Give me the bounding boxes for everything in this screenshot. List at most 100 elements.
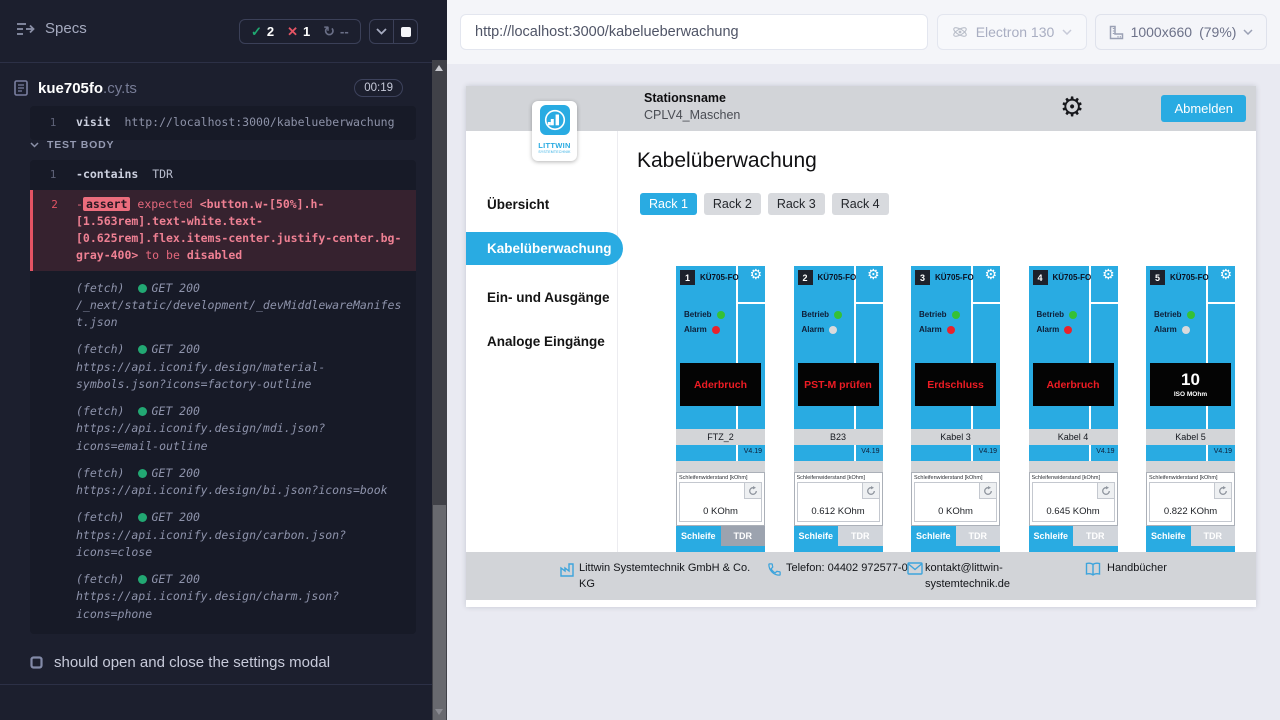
fetch-log-entry[interactable]: (fetch)GET 200 https://api.iconify.desig…: [30, 398, 416, 460]
sidebar-item-ein-und-ausgaenge[interactable]: Ein- und Ausgänge: [487, 283, 610, 313]
test-body-section-header[interactable]: TEST BODY: [30, 139, 114, 151]
stat-passed: ✓2: [251, 24, 274, 40]
tab-rack-1[interactable]: Rack 1: [640, 193, 697, 215]
card-divider: [973, 302, 1000, 304]
failed-assert-row[interactable]: 2 -assert expected <button.w-[50%].h-[1.…: [30, 190, 416, 271]
viewport-size-selector[interactable]: 1000x660 (79%): [1095, 14, 1267, 50]
stop-icon: [401, 27, 411, 37]
scroll-down-arrow-icon[interactable]: [435, 709, 443, 715]
pending-test-row[interactable]: should open and close the settings modal: [30, 654, 330, 671]
tdr-button[interactable]: TDR: [1191, 526, 1236, 546]
card-model: KÜ705-FO: [1053, 273, 1092, 282]
stat-pending: ↻--: [323, 24, 348, 40]
schleife-button[interactable]: Schleife: [1146, 526, 1191, 546]
ruler-icon: [1109, 25, 1124, 40]
assert-expected: expected: [137, 197, 192, 211]
card-model: KÜ705-FO: [935, 273, 974, 282]
alarm-led: [947, 326, 955, 334]
schleife-button[interactable]: Schleife: [676, 526, 721, 546]
status-ok-dot-icon: [138, 513, 147, 522]
tdr-button[interactable]: TDR: [721, 526, 766, 546]
fetch-log-entry[interactable]: (fetch)GET 200 https://api.iconify.desig…: [30, 566, 416, 628]
resistance-value: 0 KOhm: [915, 506, 996, 517]
specs-menu-button[interactable]: Specs: [16, 20, 87, 37]
aut-region: Electron 130 1000x660 (79%) Stationsname…: [447, 0, 1280, 720]
schleife-button[interactable]: Schleife: [794, 526, 839, 546]
fetch-log-entry[interactable]: (fetch)GET 200 https://api.iconify.desig…: [30, 336, 416, 398]
betrieb-led: [1069, 311, 1077, 319]
card-gear-icon[interactable]: ⚙: [1219, 267, 1232, 283]
screen: Specs ✓2 ✕ 1 ↻-- kue705fo.cy.ts 00:19 1 v…: [0, 0, 1280, 720]
spec-extension: .cy.ts: [103, 80, 137, 97]
tdr-button[interactable]: TDR: [956, 526, 1001, 546]
refresh-button[interactable]: [1097, 483, 1114, 499]
command-name: visit: [76, 115, 111, 129]
status-ok-dot-icon: [138, 284, 147, 293]
littwin-logo-icon: [540, 105, 570, 135]
file-icon: [14, 80, 28, 96]
alarm-label: Alarm: [802, 325, 825, 334]
assert-badge: assert: [83, 197, 131, 211]
device-card-3: 3 KÜ705-FO ⚙ Betrieb Alarm Erdschluss Ka…: [911, 266, 1000, 552]
fetch-log-entry[interactable]: (fetch)GET 200 /_next/static/development…: [30, 275, 416, 337]
refresh-button[interactable]: [979, 483, 996, 499]
betrieb-label: Betrieb: [802, 310, 830, 319]
sidebar-item-analoge-eingaenge[interactable]: Analoge Eingänge: [487, 327, 605, 357]
alarm-label: Alarm: [919, 325, 942, 334]
sidebar-item-uebersicht[interactable]: Übersicht: [487, 190, 549, 220]
fetch-log-entry[interactable]: (fetch)GET 200 https://api.iconify.desig…: [30, 460, 416, 505]
card-gear-icon[interactable]: ⚙: [1102, 267, 1115, 283]
card-divider: [856, 302, 883, 304]
spec-file-row[interactable]: kue705fo.cy.ts 00:19: [0, 70, 417, 106]
command-log-visit-block: 1 visit http://localhost:3000/kabelueber…: [30, 106, 416, 140]
tab-rack-3[interactable]: Rack 3: [768, 193, 825, 215]
tdr-button[interactable]: TDR: [838, 526, 883, 546]
settings-gear-icon[interactable]: ⚙: [1060, 90, 1084, 125]
url-input[interactable]: [460, 14, 928, 50]
card-gear-icon[interactable]: ⚙: [749, 267, 762, 283]
chevron-down-icon: [1062, 29, 1072, 35]
schleife-button[interactable]: Schleife: [911, 526, 956, 546]
contains-command-row[interactable]: 1 -contains TDR: [30, 162, 416, 188]
fetch-url: https://api.iconify.design/bi.json?icons…: [76, 482, 408, 499]
refresh-button[interactable]: [862, 483, 879, 499]
tab-rack-2[interactable]: Rack 2: [704, 193, 761, 215]
card-model: KÜ705-FO: [1170, 273, 1209, 282]
card-gear-icon[interactable]: ⚙: [984, 267, 997, 283]
x-icon: ✕: [287, 24, 298, 40]
sidebar-item-kabelueberwachung[interactable]: Kabelüberwachung: [466, 232, 623, 265]
card-gear-icon[interactable]: ⚙: [867, 267, 880, 283]
visit-command-row[interactable]: 1 visit http://localhost:3000/kabelueber…: [30, 110, 416, 136]
cable-label: B23: [794, 429, 883, 445]
footer-manuals[interactable]: Handbücher: [1107, 560, 1167, 576]
status-display: PST-M prüfen: [798, 363, 879, 406]
resistance-label: Schleifenwiderstand [kOhm]: [1149, 475, 1232, 481]
collapse-button[interactable]: [370, 20, 393, 43]
schleife-button[interactable]: Schleife: [1029, 526, 1074, 546]
restart-icon: ↻: [323, 24, 335, 40]
alarm-label: Alarm: [1037, 325, 1060, 334]
fetch-log-entry[interactable]: (fetch)GET 200 https://api.iconify.desig…: [30, 504, 416, 566]
iso-value: 10: [1181, 371, 1200, 390]
tab-rack-4[interactable]: Rack 4: [832, 193, 889, 215]
refresh-button[interactable]: [744, 483, 761, 499]
viewport-zoom: (79%): [1199, 24, 1236, 40]
scrollbar-thumb[interactable]: [433, 505, 446, 720]
divider: [0, 684, 432, 685]
book-icon: [1085, 562, 1101, 576]
browser-selector[interactable]: Electron 130: [937, 14, 1087, 50]
stop-button[interactable]: [393, 20, 417, 43]
card-number: 1: [680, 270, 695, 285]
tdr-button[interactable]: TDR: [1073, 526, 1118, 546]
command-message: TDR: [152, 167, 173, 181]
cable-label: Kabel 5: [1146, 429, 1235, 445]
scrollbar-track[interactable]: [432, 60, 447, 720]
betrieb-led: [834, 311, 842, 319]
logout-button[interactable]: Abmelden: [1161, 95, 1246, 122]
scroll-up-arrow-icon[interactable]: [435, 65, 443, 71]
refresh-button[interactable]: [1214, 483, 1231, 499]
card-number: 5: [1150, 270, 1165, 285]
footer-email[interactable]: kontakt@littwin-systemtechnik.de: [925, 560, 1025, 592]
card-number: 4: [1033, 270, 1048, 285]
resistance-label: Schleifenwiderstand [kOhm]: [1032, 475, 1115, 481]
